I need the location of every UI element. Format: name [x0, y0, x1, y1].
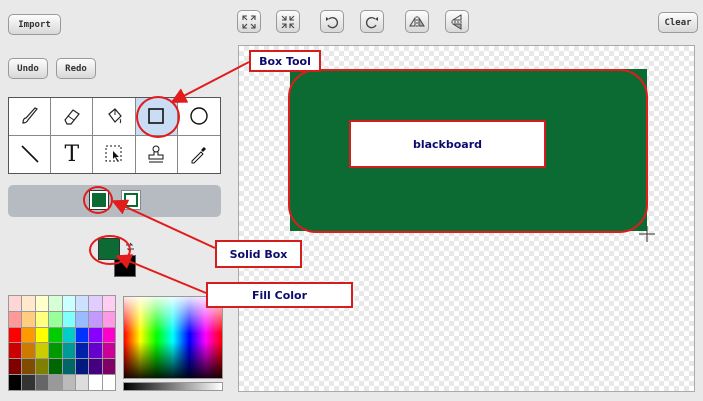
fill-mode-bar [8, 185, 221, 217]
fill-color-callout: Fill Color [206, 282, 353, 308]
color-swatch[interactable] [89, 375, 102, 390]
grayscale-slider[interactable] [123, 382, 223, 391]
color-swatch[interactable] [89, 343, 102, 359]
annotation-rounded-rect [288, 69, 648, 233]
solid-box-callout: Solid Box [215, 240, 302, 268]
undo-button[interactable]: Undo [8, 58, 48, 79]
color-swatch[interactable] [49, 296, 62, 311]
color-swatch-grid [8, 295, 116, 391]
color-swatch[interactable] [49, 343, 62, 359]
solid-box-highlight [83, 186, 113, 214]
color-swatch[interactable] [102, 359, 115, 375]
color-swatch[interactable] [35, 296, 49, 311]
select-icon[interactable] [93, 135, 136, 173]
color-swatch[interactable] [75, 296, 89, 311]
color-swatch[interactable] [35, 375, 49, 390]
color-swatch[interactable] [89, 296, 102, 311]
import-button[interactable]: Import [8, 14, 61, 35]
color-swatch[interactable] [49, 359, 62, 375]
color-swatch[interactable] [75, 359, 89, 375]
color-swatch[interactable] [102, 375, 115, 390]
color-spectrum-picker[interactable] [123, 296, 223, 379]
color-swatch[interactable] [9, 296, 22, 311]
color-swatch[interactable] [22, 375, 35, 390]
color-swatch[interactable] [62, 359, 75, 375]
color-swatch[interactable] [35, 343, 49, 359]
tool-palette: T [8, 97, 221, 174]
paint-bucket-icon[interactable] [93, 98, 136, 136]
color-swatch[interactable] [62, 375, 75, 390]
eyedropper-icon[interactable] [178, 136, 220, 174]
rotate-right-icon[interactable] [360, 10, 384, 33]
line-icon[interactable] [9, 135, 52, 173]
ellipse-icon[interactable] [177, 98, 220, 136]
color-swatch[interactable] [35, 359, 49, 375]
color-swatch[interactable] [89, 311, 102, 327]
box-tool-callout: Box Tool [249, 50, 321, 72]
crosshair-cursor-icon [639, 226, 655, 246]
color-swatch[interactable] [22, 311, 35, 327]
color-swatch[interactable] [102, 343, 115, 359]
color-swatch[interactable] [49, 327, 62, 343]
color-swatch[interactable] [22, 296, 35, 311]
color-swatch[interactable] [9, 327, 22, 343]
color-swatch[interactable] [89, 327, 102, 343]
color-swatch[interactable] [75, 327, 89, 343]
color-swatch[interactable] [35, 327, 49, 343]
color-swatch[interactable] [102, 311, 115, 327]
color-swatch[interactable] [9, 311, 22, 327]
color-swatch[interactable] [22, 359, 35, 375]
box-tool-highlight [136, 96, 180, 138]
color-swatch[interactable] [89, 359, 102, 375]
color-swatch[interactable] [22, 343, 35, 359]
color-swatch[interactable] [62, 327, 75, 343]
color-swatch[interactable] [62, 311, 75, 327]
stamp-icon[interactable] [136, 135, 178, 173]
paintbrush-icon[interactable] [9, 98, 52, 136]
color-swatch[interactable] [62, 343, 75, 359]
flip-horizontal-icon[interactable] [405, 10, 429, 33]
color-swatch[interactable] [22, 327, 35, 343]
grow-icon[interactable] [237, 10, 261, 33]
flip-vertical-icon[interactable] [445, 10, 469, 33]
color-swatch[interactable] [49, 375, 62, 390]
color-swatch[interactable] [9, 359, 22, 375]
color-swatch[interactable] [62, 296, 75, 311]
shrink-icon[interactable] [276, 10, 300, 33]
rotate-left-icon[interactable] [320, 10, 344, 33]
outline-box-icon[interactable] [121, 190, 141, 210]
color-swatch[interactable] [102, 327, 115, 343]
redo-button[interactable]: Redo [56, 58, 96, 79]
color-swatch[interactable] [75, 343, 89, 359]
text-icon[interactable]: T [51, 135, 94, 173]
color-swatch[interactable] [75, 311, 89, 327]
fill-color-highlight [89, 235, 131, 265]
clear-button[interactable]: Clear [658, 12, 698, 33]
eraser-icon[interactable] [51, 98, 94, 136]
color-swatch[interactable] [9, 343, 22, 359]
color-swatch[interactable] [35, 311, 49, 327]
color-swatch[interactable] [49, 311, 62, 327]
color-swatch[interactable] [75, 375, 89, 390]
color-swatch[interactable] [102, 296, 115, 311]
color-swatch[interactable] [9, 375, 22, 390]
